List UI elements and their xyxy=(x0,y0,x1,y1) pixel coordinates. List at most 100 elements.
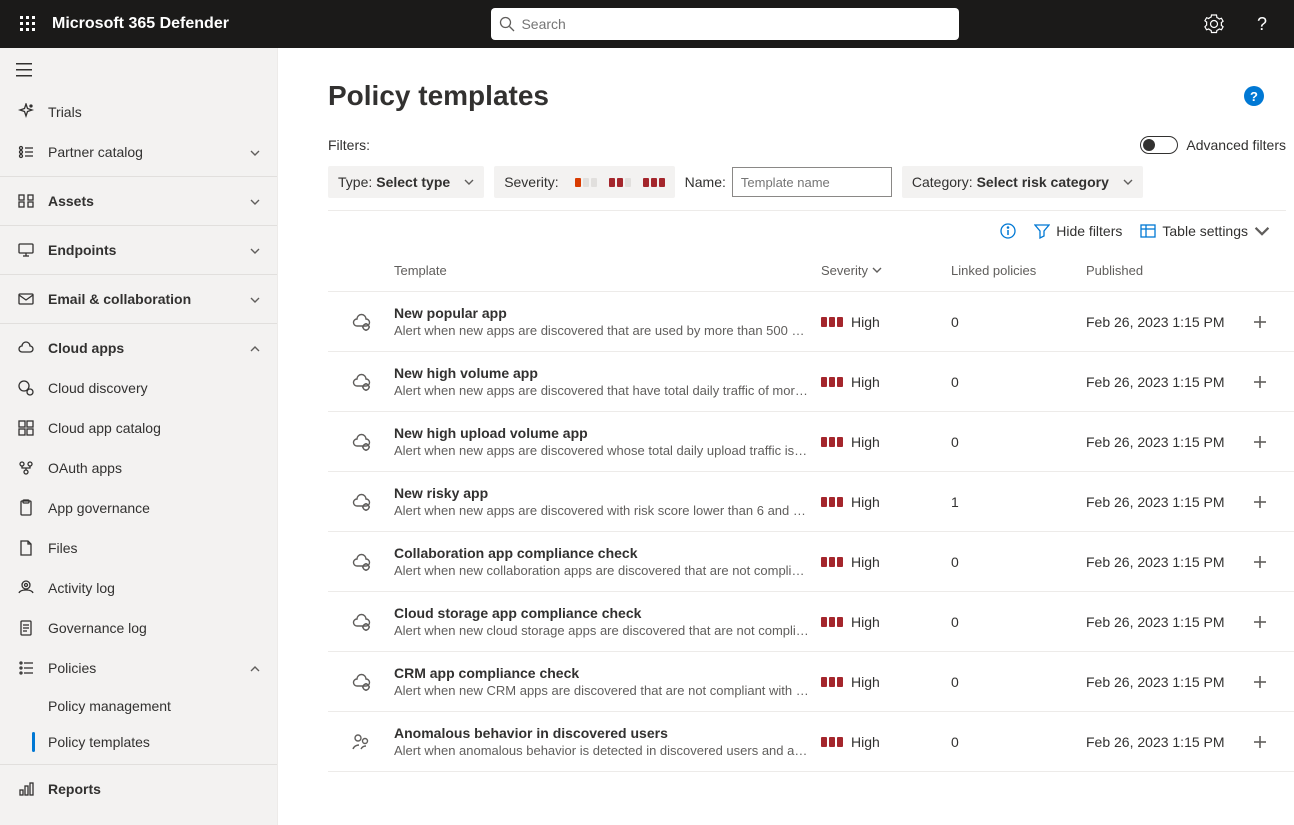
column-template[interactable]: Template xyxy=(394,263,821,278)
severity-high-icon[interactable] xyxy=(643,178,665,187)
add-button[interactable] xyxy=(1246,608,1274,636)
table-row[interactable]: New high upload volume app Alert when ne… xyxy=(328,412,1294,472)
published-cell: Feb 26, 2023 1:15 PM xyxy=(1086,434,1246,450)
add-button[interactable] xyxy=(1246,668,1274,696)
column-severity[interactable]: Severity xyxy=(821,263,951,278)
sidebar-item-cloud-app-catalog[interactable]: Cloud app catalog xyxy=(0,408,277,448)
app-title: Microsoft 365 Defender xyxy=(52,15,229,33)
severity-cell: High xyxy=(821,674,951,690)
search-input[interactable] xyxy=(521,16,951,32)
help-icon[interactable]: ? xyxy=(1238,0,1286,48)
sidebar-item-files[interactable]: Files xyxy=(0,528,277,568)
add-button[interactable] xyxy=(1246,368,1274,396)
cloud-gear-icon xyxy=(328,552,394,572)
catalog-icon xyxy=(16,142,36,162)
sidebar-item-label: Endpoints xyxy=(48,242,249,258)
template-name: Cloud storage app compliance check xyxy=(394,605,809,621)
add-button[interactable] xyxy=(1246,488,1274,516)
template-description: Alert when new collaboration apps are di… xyxy=(394,563,809,578)
hide-filters-button[interactable]: Hide filters xyxy=(1034,223,1122,239)
table-row[interactable]: CRM app compliance check Alert when new … xyxy=(328,652,1294,712)
template-description: Alert when new apps are discovered that … xyxy=(394,383,809,398)
main-content: Policy templates ? Filters: Advanced fil… xyxy=(278,48,1294,825)
page-help-icon[interactable]: ? xyxy=(1244,86,1264,106)
sidebar-item-policies[interactable]: Policies xyxy=(0,648,277,688)
reports-icon xyxy=(16,779,36,799)
sidebar-item-cloud-discovery[interactable]: Cloud discovery xyxy=(0,368,277,408)
sidebar-item-label: Cloud discovery xyxy=(48,380,261,396)
grid-icon xyxy=(16,418,36,438)
table-row[interactable]: New popular app Alert when new apps are … xyxy=(328,292,1294,352)
severity-high-icon xyxy=(821,437,843,447)
sidebar-item-label: Assets xyxy=(48,193,249,209)
published-cell: Feb 26, 2023 1:15 PM xyxy=(1086,494,1246,510)
sidebar-item-activity-log[interactable]: Activity log xyxy=(0,568,277,608)
severity-medium-icon[interactable] xyxy=(609,178,631,187)
table-row[interactable]: New risky app Alert when new apps are di… xyxy=(328,472,1294,532)
sidebar-item-label: Activity log xyxy=(48,580,261,596)
advanced-filters-toggle[interactable] xyxy=(1140,136,1178,154)
add-button[interactable] xyxy=(1246,428,1274,456)
discovery-icon xyxy=(16,378,36,398)
top-header: Microsoft 365 Defender ? xyxy=(0,0,1294,48)
template-name: New risky app xyxy=(394,485,809,501)
name-filter-input[interactable] xyxy=(732,167,892,197)
chevron-up-icon xyxy=(249,662,261,674)
app-launcher-icon[interactable] xyxy=(8,0,48,48)
sidebar-item-app-governance[interactable]: App governance xyxy=(0,488,277,528)
sidebar-item-cloud-apps[interactable]: Cloud apps xyxy=(0,328,277,368)
sidebar-item-partner-catalog[interactable]: Partner catalog xyxy=(0,132,277,172)
chevron-down-icon xyxy=(249,244,261,256)
table-row[interactable]: Cloud storage app compliance check Alert… xyxy=(328,592,1294,652)
sidebar-item-endpoints[interactable]: Endpoints xyxy=(0,230,277,270)
anomaly-icon xyxy=(328,732,394,752)
add-button[interactable] xyxy=(1246,728,1274,756)
severity-cell: High xyxy=(821,374,951,390)
settings-icon[interactable] xyxy=(1190,0,1238,48)
name-filter-label: Name: xyxy=(685,174,726,190)
template-name: CRM app compliance check xyxy=(394,665,809,681)
sidebar-item-email-collaboration[interactable]: Email & collaboration xyxy=(0,279,277,319)
published-cell: Feb 26, 2023 1:15 PM xyxy=(1086,614,1246,630)
chevron-down-icon xyxy=(249,293,261,305)
filter-icon xyxy=(1034,223,1050,239)
severity-filter[interactable]: Severity: xyxy=(494,166,674,198)
column-published[interactable]: Published xyxy=(1086,263,1246,278)
cloud-gear-icon xyxy=(328,372,394,392)
severity-low-icon[interactable] xyxy=(575,178,597,187)
info-icon[interactable] xyxy=(1000,223,1016,239)
cloud-gear-icon xyxy=(328,492,394,512)
filters-label: Filters: xyxy=(328,137,370,153)
sidebar-item-reports[interactable]: Reports xyxy=(0,769,277,809)
sidebar-item-trials[interactable]: Trials xyxy=(0,92,277,132)
type-filter[interactable]: Type: Select type xyxy=(328,166,484,198)
add-button[interactable] xyxy=(1246,548,1274,576)
column-linked[interactable]: Linked policies xyxy=(951,263,1086,278)
sidebar-item-label: Files xyxy=(48,540,261,556)
sidebar-item-governance-log[interactable]: Governance log xyxy=(0,608,277,648)
add-button[interactable] xyxy=(1246,308,1274,336)
sidebar-subitem-policy-templates[interactable]: Policy templates xyxy=(0,724,277,760)
sidebar-subitem-policy-management[interactable]: Policy management xyxy=(0,688,277,724)
sidebar-item-assets[interactable]: Assets xyxy=(0,181,277,221)
chevron-up-icon xyxy=(249,342,261,354)
sidebar-item-label: Trials xyxy=(48,104,261,120)
hamburger-icon[interactable] xyxy=(0,48,277,92)
category-filter[interactable]: Category: Select risk category xyxy=(902,166,1143,198)
search-box[interactable] xyxy=(491,8,959,40)
sidebar-item-oauth-apps[interactable]: OAuth apps xyxy=(0,448,277,488)
table-row[interactable]: New high volume app Alert when new apps … xyxy=(328,352,1294,412)
severity-high-icon xyxy=(821,617,843,627)
chevron-down-icon xyxy=(249,146,261,158)
template-description: Alert when anomalous behavior is detecte… xyxy=(394,743,809,758)
published-cell: Feb 26, 2023 1:15 PM xyxy=(1086,554,1246,570)
template-description: Alert when new CRM apps are discovered t… xyxy=(394,683,809,698)
linked-policies-cell: 0 xyxy=(951,614,1086,630)
linked-policies-cell: 0 xyxy=(951,734,1086,750)
linked-policies-cell: 0 xyxy=(951,314,1086,330)
table-settings-button[interactable]: Table settings xyxy=(1140,223,1270,239)
files-icon xyxy=(16,538,36,558)
table-row[interactable]: Collaboration app compliance check Alert… xyxy=(328,532,1294,592)
table-row[interactable]: Anomalous behavior in discovered users A… xyxy=(328,712,1294,772)
chevron-down-icon xyxy=(1254,223,1270,239)
